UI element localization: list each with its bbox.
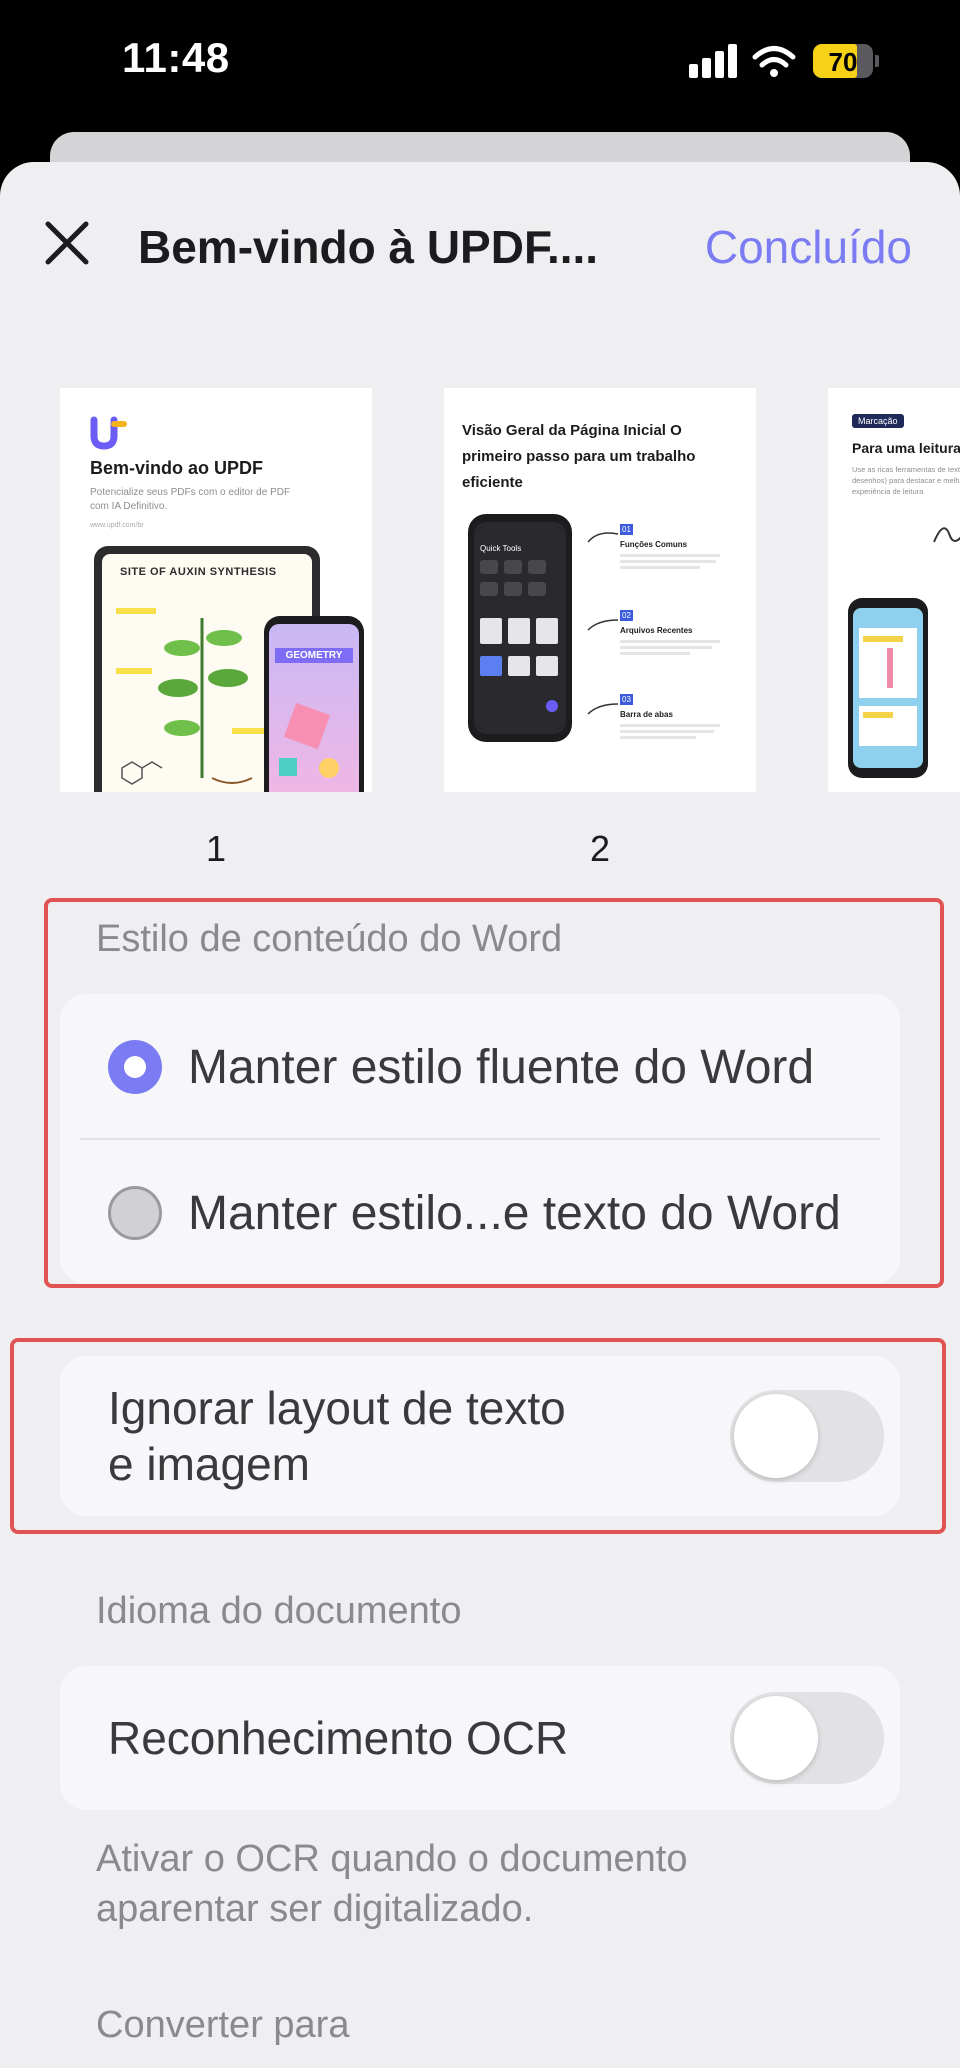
battery-icon: 70 [813, 44, 879, 78]
page-3-badge: Marcação [852, 414, 904, 428]
ocr-helper-line2: aparentar ser digitalizado. [96, 1888, 534, 1930]
phone-illustration: GEOMETRY [264, 616, 364, 792]
done-button[interactable]: Concluído [705, 220, 912, 274]
page-1-subtext: Potencialize seus PDFs com o editor de P… [90, 487, 291, 512]
document-language-label: Idioma do documento [96, 1590, 462, 1632]
page-number-1: 1 [205, 828, 227, 869]
page-number-2: 2 [589, 828, 611, 869]
word-style-card: Manter estilo fluente do Word Manter est… [60, 994, 900, 1284]
page-thumbnail-1[interactable]: Bem-vindo ao UPDF Potencialize seus PDFs… [60, 388, 372, 792]
signal-icon [689, 44, 737, 78]
ocr-card: Reconhecimento OCR [60, 1666, 900, 1810]
page-2-phone: Quick Tools [468, 514, 572, 742]
page-thumbnails[interactable]: Bem-vindo ao UPDF Potencialize seus PDFs… [0, 388, 960, 869]
page-1-link: www.updf.com/br [90, 522, 144, 529]
page-2-heading: Visão Geral da Página Inicial O primeiro… [462, 422, 696, 491]
ocr-toggle[interactable] [730, 1692, 884, 1784]
quick-tools-grid-icon [480, 560, 558, 712]
phone-title: GEOMETRY [275, 648, 353, 663]
ocr-label: Reconhecimento OCR [108, 1712, 569, 1764]
ignore-layout-label-line1: Ignorar layout de texto [108, 1382, 566, 1434]
option-fluent-style[interactable]: Manter estilo fluente do Word [60, 994, 900, 1140]
ocr-helper-line1: Ativar o OCR quando o documento [96, 1838, 688, 1880]
convert-to-label: Converter para [96, 2004, 350, 2046]
page-1-heading: Bem-vindo ao UPDF [90, 458, 264, 478]
wifi-icon [752, 46, 796, 77]
toggle-knob [734, 1394, 818, 1478]
battery-level: 70 [828, 47, 858, 77]
page-thumbnail-3[interactable]: Marcação Para uma leitura Use as ricas f… [828, 388, 960, 792]
page-3-heading: Para uma leitura [852, 440, 960, 456]
convert-sheet: Bem-vindo à UPDF.... Concluído Bem-vindo… [0, 162, 960, 2068]
page-3-phone [848, 598, 928, 778]
close-icon [45, 221, 89, 265]
nav-title: Bem-vindo à UPDF.... [138, 221, 599, 273]
page-3-subtext: Use as ricas ferramentas de texto, desen… [852, 465, 960, 496]
option-text-style-label: Manter estilo...e texto do Word [188, 1187, 841, 1240]
page-thumbnail-2[interactable]: Visão Geral da Página Inicial O primeiro… [444, 388, 756, 792]
squiggle-arrow-icon [933, 527, 960, 543]
status-bar: 11:48 70 [0, 0, 960, 130]
ignore-layout-toggle[interactable] [730, 1390, 884, 1482]
curved-arrows-icon [587, 532, 619, 715]
ocr-helper-text: Ativar o OCR quando o documento aparenta… [96, 1834, 856, 1934]
status-time: 11:48 [122, 34, 230, 81]
option-fluent-style-label: Manter estilo fluente do Word [188, 1041, 815, 1094]
toggle-knob [734, 1696, 818, 1780]
updf-logo-icon [90, 416, 127, 450]
geometry-shapes-icon [279, 702, 339, 778]
radio-selected-icon[interactable] [108, 1040, 162, 1094]
radio-unselected-icon[interactable] [108, 1186, 162, 1240]
option-text-style[interactable]: Manter estilo...e texto do Word [60, 1140, 900, 1284]
tablet-title: SITE OF AUXIN SYNTHESIS [120, 566, 277, 578]
word-style-label: Estilo de conteúdo do Word [96, 918, 563, 960]
page-2-phone-label: Quick Tools [480, 544, 522, 553]
ignore-layout-label: Ignorar layout de texto e imagem [108, 1380, 566, 1492]
close-button[interactable] [42, 218, 92, 268]
ignore-layout-card: Ignorar layout de texto e imagem [60, 1356, 900, 1516]
ignore-layout-label-line2: e imagem [108, 1438, 310, 1490]
